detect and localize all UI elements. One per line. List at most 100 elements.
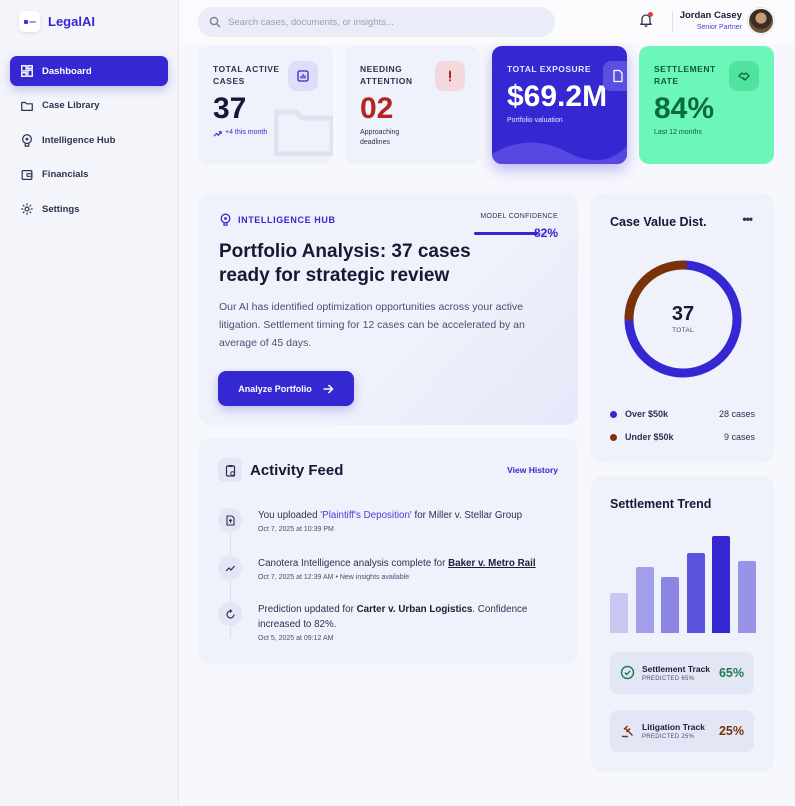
donut-total: 37: [671, 303, 695, 325]
activity-time: Oct 5, 2025 at 09:12 AM: [258, 635, 334, 642]
arrow-right-icon: [323, 383, 334, 394]
activity-text: Prediction updated for Carter v. Urban L…: [258, 602, 558, 644]
sidebar-item-intelligence-hub[interactable]: Intelligence Hub: [10, 125, 168, 155]
folder-icon: [21, 101, 33, 111]
stat-sub: Approaching deadlines: [360, 129, 400, 146]
stat-value: 84%: [654, 92, 715, 125]
legend-item: Under $50k 9 cases: [610, 431, 755, 443]
trend-bar: [635, 567, 654, 633]
stat-value: 02: [360, 92, 394, 125]
brain-icon: [220, 213, 231, 226]
brain-icon: [22, 134, 32, 147]
document-link[interactable]: 'Plaintiff's Deposition': [320, 510, 411, 521]
track-sub: PREDICTED 65%: [642, 676, 695, 682]
refresh-icon: [218, 602, 242, 626]
activity-feed-panel: Activity Feed View History You uploaded …: [198, 438, 578, 664]
dashboard-icon: [21, 65, 33, 77]
stat-label: NEEDING ATTENTION: [360, 64, 413, 86]
wallet-icon: [21, 169, 33, 180]
brand[interactable]: LegalAI: [19, 11, 95, 32]
gavel-icon: [622, 725, 633, 738]
sidebar-item-label: Dashboard: [42, 65, 92, 77]
track-sub: PREDICTED 25%: [642, 734, 695, 740]
litigation-track-card[interactable]: Litigation Track PREDICTED 25% 25%: [610, 710, 754, 752]
legend-label: Under $50k: [625, 432, 674, 442]
trend-bar: [712, 536, 731, 633]
stat-label: TOTAL ACTIVE CASES: [213, 64, 280, 86]
activity-text: You uploaded 'Plaintiff's Deposition' fo…: [258, 508, 558, 535]
stat-sub: +4 this month: [225, 129, 268, 136]
sidebar-item-case-library[interactable]: Case Library: [10, 91, 168, 121]
sidebar-nav: Dashboard Case Library Intelligence Hub …: [10, 56, 168, 229]
sidebar-item-settings[interactable]: Settings: [10, 194, 168, 224]
trend-bar: [610, 593, 628, 633]
activity-text: Canotera Intelligence analysis complete …: [258, 556, 558, 583]
stat-icon: [729, 61, 759, 91]
stat-icon: [603, 61, 627, 91]
legend-count: 28 cases: [718, 409, 755, 419]
brand-name: LegalAI: [48, 14, 95, 29]
confidence-bar-fill: [474, 232, 538, 235]
avatar[interactable]: [748, 8, 774, 34]
legend-dot: [610, 410, 617, 418]
legend-item: Over $50k 28 cases: [610, 408, 755, 420]
case-link[interactable]: Baker v. Metro Rail: [448, 558, 535, 569]
notifications-button[interactable]: [638, 12, 654, 28]
gear-icon: [21, 203, 33, 216]
track-name: Litigation Track: [642, 722, 705, 732]
track-value: 25%: [718, 724, 744, 738]
stat-card-total-exposure[interactable]: TOTAL EXPOSURE $69.2M Portfolio valuatio…: [492, 46, 627, 164]
hub-title: Portfolio Analysis: 37 cases ready for s…: [219, 241, 471, 286]
distribution-title: Case Value Dist.: [610, 215, 707, 229]
search-icon: [209, 16, 221, 28]
hub-badge: INTELLIGENCE HUB: [219, 213, 336, 226]
stat-trend: +4 this month: [213, 128, 303, 138]
sidebar-item-label: Settings: [42, 203, 80, 215]
activity-time: Oct 7, 2025 at 12:39 AM • New insights a…: [258, 574, 410, 581]
user-role: Senior Partner: [696, 24, 742, 31]
stat-label: SETTLEMENT RATE: [654, 64, 716, 86]
search-input[interactable]: [228, 16, 528, 28]
settlement-track-card[interactable]: Settlement Track PREDICTED 65% 65%: [610, 652, 754, 694]
more-options-button[interactable]: •••: [742, 212, 753, 226]
trend-title: Settlement Trend: [610, 497, 712, 511]
track-name: Settlement Track: [642, 664, 711, 674]
trend-bar: [686, 552, 705, 633]
sidebar-item-financials[interactable]: Financials: [10, 160, 168, 190]
stat-sub: Portfolio valuation: [507, 117, 563, 124]
trend-bar-chart: [610, 536, 756, 633]
activity-title: Activity Feed: [250, 462, 344, 479]
handshake-icon: [738, 72, 750, 81]
user-name: Jordan Casey: [679, 10, 742, 21]
stat-value: $69.2M: [507, 80, 608, 113]
legend-count: 9 cases: [723, 432, 755, 442]
stat-label: TOTAL EXPOSURE: [507, 64, 591, 74]
donut-total-label: TOTAL: [672, 327, 694, 334]
analyze-portfolio-button[interactable]: Analyze Portfolio: [218, 371, 354, 406]
stat-card-needing-attention[interactable]: NEEDING ATTENTION 02 Approaching deadlin…: [345, 46, 480, 164]
search-bar[interactable]: [198, 7, 555, 37]
view-history-link[interactable]: View History: [507, 465, 558, 475]
top-header: Jordan Casey Senior Partner: [179, 0, 795, 44]
legend-dot: [610, 433, 617, 441]
brand-logo: [19, 11, 40, 32]
sidebar-item-label: Financials: [42, 169, 89, 181]
stat-value: 37: [213, 92, 247, 125]
clipboard-icon: [218, 458, 242, 482]
wave-decoration: [492, 142, 627, 164]
sidebar-item-label: Case Library: [42, 100, 100, 112]
document-icon: [613, 69, 623, 83]
stat-card-settlement-rate[interactable]: SETTLEMENT RATE 84% Last 12 months: [639, 46, 774, 164]
case-link[interactable]: Carter v. Urban Logistics: [357, 604, 473, 615]
hub-badge-label: INTELLIGENCE HUB: [238, 214, 336, 225]
stat-sub: Last 12 months: [654, 129, 702, 136]
stat-card-total-cases[interactable]: TOTAL ACTIVE CASES 37 +4 this month: [198, 46, 333, 164]
hub-description: Our AI has identified optimization oppor…: [219, 301, 525, 349]
button-label: Analyze Portfolio: [238, 383, 312, 394]
activity-time: Oct 7, 2025 at 10:39 PM: [258, 526, 334, 533]
sidebar: LegalAI Dashboard Case Library Intellige…: [0, 0, 179, 806]
legend-label: Over $50k: [625, 409, 669, 419]
sidebar-item-dashboard[interactable]: Dashboard: [10, 56, 168, 86]
trend-icon: [218, 556, 242, 580]
chart-icon: [297, 70, 309, 82]
